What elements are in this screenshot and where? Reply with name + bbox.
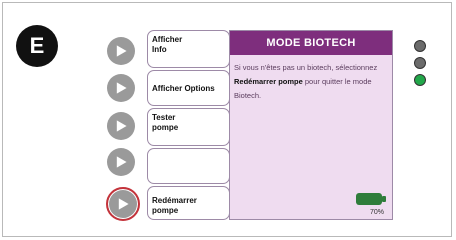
menu-label-line1: Redémarrer bbox=[152, 196, 197, 205]
menu-button-afficher-options[interactable]: Afficher Options bbox=[147, 70, 230, 106]
menu-button-redemarrer-pompe[interactable]: Redémarrer pompe bbox=[147, 186, 230, 220]
menu-button-empty[interactable] bbox=[147, 148, 230, 184]
menu-label-line2: pompe bbox=[152, 123, 179, 132]
step-badge: E bbox=[16, 25, 58, 67]
battery-icon bbox=[356, 193, 382, 205]
screen-message: Si vous n'êtes pas un biotech, sélection… bbox=[230, 55, 392, 103]
play-button-restart-highlighted[interactable] bbox=[106, 187, 140, 221]
menu-button-afficher-info[interactable]: Afficher Info bbox=[147, 30, 230, 68]
pump-panel: Afficher Info Afficher Options Tester po… bbox=[147, 30, 393, 220]
screen-title: MODE BIOTECH bbox=[230, 31, 392, 55]
play-button-1[interactable] bbox=[107, 37, 135, 65]
menu-label-line1: Afficher Options bbox=[152, 84, 215, 93]
play-icon bbox=[116, 45, 127, 57]
led-bottom bbox=[414, 74, 426, 86]
message-text-before: Si vous n'êtes pas un biotech, sélection… bbox=[234, 63, 378, 72]
menu-label-line2: pompe bbox=[152, 206, 179, 215]
battery-percent: 70% bbox=[369, 209, 384, 216]
step-letter: E bbox=[29, 33, 45, 58]
play-button-3[interactable] bbox=[107, 112, 135, 140]
play-icon bbox=[116, 156, 127, 168]
menu-label-line2: Info bbox=[152, 45, 167, 54]
led-middle bbox=[414, 57, 426, 69]
menu-label-line1: Afficher bbox=[152, 35, 183, 44]
play-icon bbox=[116, 82, 127, 94]
battery-tip bbox=[382, 196, 386, 202]
play-icon bbox=[116, 120, 127, 132]
message-text-bold: Redémarrer pompe bbox=[234, 77, 303, 86]
led-top bbox=[414, 40, 426, 52]
pump-screen: MODE BIOTECH Si vous n'êtes pas un biote… bbox=[229, 30, 393, 220]
play-icon bbox=[118, 198, 129, 210]
menu-label-line1: Tester bbox=[152, 113, 176, 122]
menu-button-tester-pompe[interactable]: Tester pompe bbox=[147, 108, 230, 146]
play-button-2[interactable] bbox=[107, 74, 135, 102]
play-button-4[interactable] bbox=[107, 148, 135, 176]
